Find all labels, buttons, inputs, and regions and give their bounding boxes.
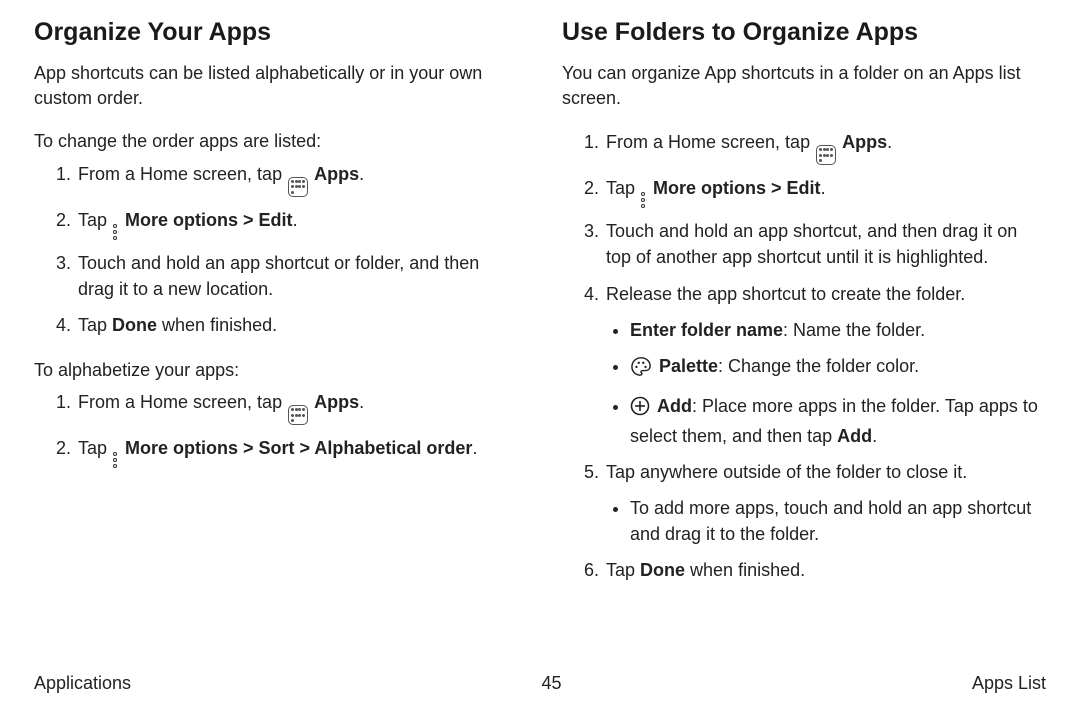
list-item: Release the app shortcut to create the f… [604, 281, 1046, 449]
step-bold: Done [640, 560, 685, 580]
right-column: Use Folders to Organize Apps You can org… [562, 14, 1046, 603]
sub-bold: Add [837, 426, 872, 446]
list-item: To add more apps, touch and hold an app … [630, 495, 1046, 547]
left-intro: App shortcuts can be listed alphabetical… [34, 61, 518, 111]
list-item: Touch and hold an app shortcut, and then… [604, 218, 1046, 270]
apps-label: Apps [314, 392, 359, 412]
apps-label: Apps [314, 164, 359, 184]
folder-sub-list: Enter folder name: Name the folder. Pale… [606, 317, 1046, 449]
folder-steps: From a Home screen, tap Apps. Tap More o… [562, 129, 1046, 583]
apps-icon [816, 145, 836, 165]
footer-left: Applications [34, 673, 131, 694]
step-text: Release the app shortcut to create the f… [606, 284, 965, 304]
list-item: Tap More options > Sort > Alphabetical o… [76, 435, 518, 468]
alpha-lead: To alphabetize your apps: [34, 358, 518, 383]
step-text: . [887, 132, 892, 152]
sub-text: . [872, 426, 877, 446]
page-number: 45 [541, 673, 561, 694]
add-icon [630, 396, 650, 423]
list-item: From a Home screen, tap Apps. [76, 161, 518, 197]
sub-bold: Palette [659, 356, 718, 376]
step-text: From a Home screen, tap [78, 164, 287, 184]
more-options-icon [113, 452, 119, 468]
sub-text: : Change the folder color. [718, 356, 919, 376]
list-item: Tap Done when finished. [76, 312, 518, 338]
alpha-steps: From a Home screen, tap Apps. Tap More o… [34, 389, 518, 468]
list-item: Tap Done when finished. [604, 557, 1046, 583]
step-text: when finished. [157, 315, 277, 335]
list-item: Tap anywhere outside of the folder to cl… [604, 459, 1046, 547]
list-item: Enter folder name: Name the folder. [630, 317, 1046, 343]
list-item: Add: Place more apps in the folder. Tap … [630, 393, 1046, 449]
list-item: Palette: Change the folder color. [630, 353, 1046, 383]
step-bold: More options > Edit [653, 178, 821, 198]
step-text: Tap [78, 210, 112, 230]
step-bold: More options > Sort > Alphabetical order [125, 438, 472, 458]
step5-sub: To add more apps, touch and hold an app … [606, 495, 1046, 547]
step-text: Tap [78, 438, 112, 458]
footer-right: Apps List [972, 673, 1046, 694]
step-text: From a Home screen, tap [606, 132, 815, 152]
apps-label: Apps [842, 132, 887, 152]
right-intro: You can organize App shortcuts in a fold… [562, 61, 1046, 111]
right-heading: Use Folders to Organize Apps [562, 18, 1046, 47]
step-text: . [821, 178, 826, 198]
step-bold: More options > Edit [125, 210, 293, 230]
apps-icon [288, 177, 308, 197]
step-text: . [472, 438, 477, 458]
step-bold: Done [112, 315, 157, 335]
sub-text: : Place more apps in the folder. Tap app… [630, 396, 1038, 446]
list-item: Tap More options > Edit. [76, 207, 518, 240]
list-item: From a Home screen, tap Apps. [604, 129, 1046, 165]
left-column: Organize Your Apps App shortcuts can be … [34, 14, 518, 603]
sub-bold: Enter folder name [630, 320, 783, 340]
step-text: Tap [606, 560, 640, 580]
list-item: Tap More options > Edit. [604, 175, 1046, 208]
left-heading: Organize Your Apps [34, 18, 518, 47]
step-text: From a Home screen, tap [78, 392, 287, 412]
content-columns: Organize Your Apps App shortcuts can be … [34, 14, 1046, 603]
change-order-lead: To change the order apps are listed: [34, 129, 518, 154]
step-text: Tap [78, 315, 112, 335]
step-text: . [293, 210, 298, 230]
more-options-icon [113, 224, 119, 240]
step-text: Tap [606, 178, 640, 198]
step-text: . [359, 164, 364, 184]
list-item: From a Home screen, tap Apps. [76, 389, 518, 425]
step-text: Tap anywhere outside of the folder to cl… [606, 462, 967, 482]
step-text: . [359, 392, 364, 412]
more-options-icon [641, 192, 647, 208]
sub-text: : Name the folder. [783, 320, 925, 340]
step-text: when finished. [685, 560, 805, 580]
apps-icon [288, 405, 308, 425]
palette-icon [630, 356, 652, 383]
sub-bold: Add [657, 396, 692, 416]
page-footer: Applications 45 Apps List [34, 673, 1046, 694]
change-order-steps: From a Home screen, tap Apps. Tap More o… [34, 161, 518, 338]
list-item: Touch and hold an app shortcut or folder… [76, 250, 518, 302]
